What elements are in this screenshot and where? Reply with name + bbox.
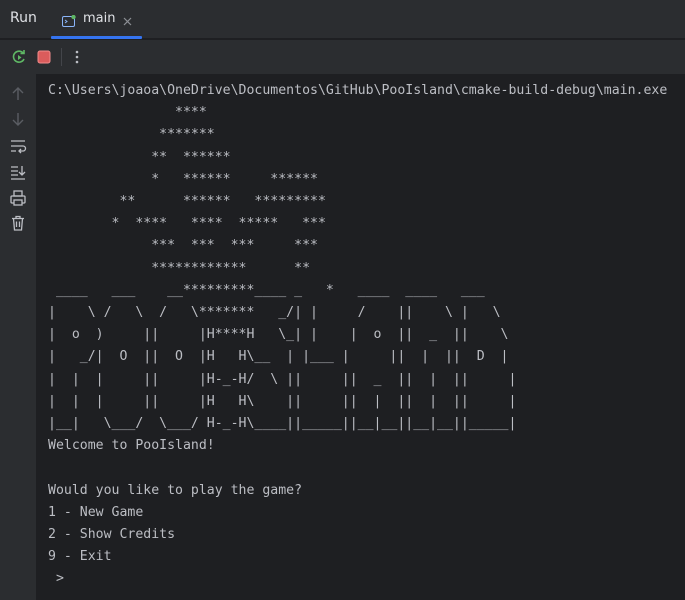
console-line: 1 - New Game — [48, 504, 144, 520]
console-line: *** *** *** *** — [48, 238, 318, 254]
arrow-down-icon[interactable] — [9, 110, 27, 128]
tool-window-header: Run main — [0, 0, 685, 39]
console-line: > — [48, 571, 64, 587]
console-run-icon — [62, 12, 76, 27]
arrow-up-icon[interactable] — [9, 85, 27, 103]
console-line: Welcome to PooIsland! — [48, 438, 215, 454]
scroll-to-end-icon[interactable] — [9, 163, 27, 181]
run-tool-window: Run main C:\Users\joaoa\OneDrive\Documen… — [0, 0, 685, 600]
console-line: ************ ** — [48, 260, 311, 276]
run-toolbar — [0, 40, 685, 74]
trash-icon[interactable] — [9, 214, 27, 232]
rerun-icon[interactable] — [10, 48, 28, 66]
console-line: | _/| O || O |H H\__ | |___ | || | || D … — [48, 349, 509, 365]
console-line: ** ****** ********* — [48, 194, 326, 210]
console-line: |__| \___/ \___/ H-_-H\____||_____||__|_… — [48, 416, 517, 432]
console-line: 9 - Exit — [48, 549, 112, 565]
console-line: 2 - Show Credits — [48, 527, 176, 543]
toolbar-separator — [61, 48, 62, 66]
console-line: ____ ___ __*********____ _ * ____ ____ _… — [48, 282, 485, 298]
stop-icon[interactable] — [35, 48, 53, 66]
console-side-toolbar — [0, 74, 36, 600]
print-icon[interactable] — [9, 189, 27, 207]
console-line: | \ / \ / \******* _/| | / || \ | \ — [48, 305, 501, 321]
console-line: **** — [48, 105, 207, 121]
console-line: | | | || |H H\ || || | || | || | — [48, 393, 517, 409]
active-tab-indicator — [51, 36, 142, 39]
console-line: * ****** ****** — [48, 171, 318, 187]
tool-window-title: Run — [10, 10, 37, 26]
console-line: * **** **** ***** *** — [48, 216, 326, 232]
tab-main[interactable]: main — [51, 0, 142, 39]
console-line: ** ****** — [48, 149, 231, 165]
console-line: ******* — [48, 127, 215, 143]
tab-label: main — [83, 11, 116, 26]
console-line: Would you like to play the game? — [48, 482, 303, 498]
console-text: C:\Users\joaoa\OneDrive\Documentos\GitHu… — [48, 80, 667, 591]
console-line: C:\Users\joaoa\OneDrive\Documentos\GitHu… — [48, 83, 668, 98]
console-line: | | | || |H-_-H/ \ || || _ || | || | — [48, 371, 517, 387]
close-icon[interactable] — [122, 12, 133, 26]
soft-wrap-icon[interactable] — [9, 137, 27, 155]
more-vertical-icon[interactable] — [68, 48, 86, 66]
console-line: | o ) || |H****H \_| | | o || _ || \ — [48, 327, 509, 343]
console-output[interactable]: C:\Users\joaoa\OneDrive\Documentos\GitHu… — [36, 74, 685, 600]
